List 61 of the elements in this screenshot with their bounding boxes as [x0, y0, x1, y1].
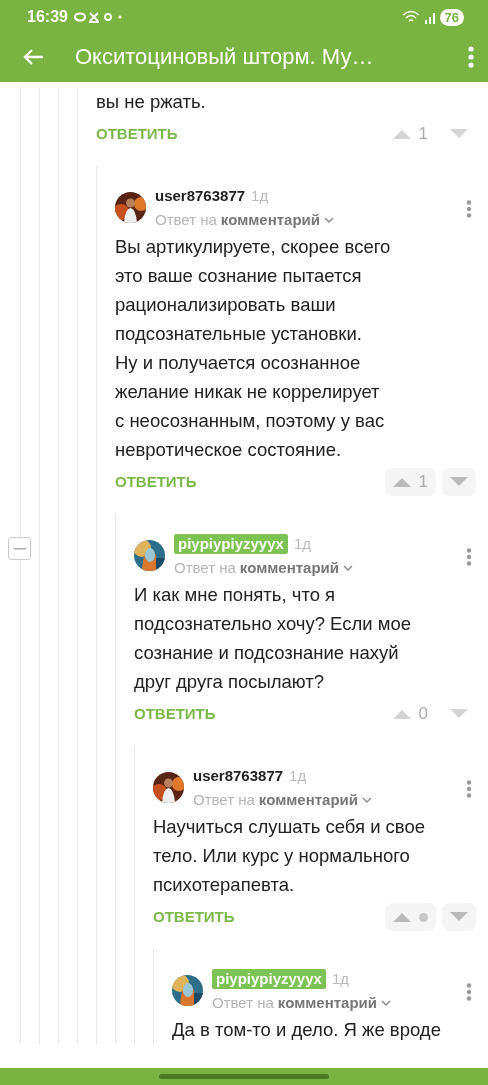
more-options-icon[interactable]	[466, 548, 472, 566]
author-name[interactable]: user8763877	[193, 764, 284, 788]
upvote-button[interactable]	[385, 903, 436, 931]
comment-time: 1д	[289, 766, 307, 786]
reply-button[interactable]: ОТВЕТИТЬ	[134, 702, 216, 726]
upvote-icon	[393, 912, 411, 922]
upvote-icon	[392, 129, 411, 139]
chevron-down-icon[interactable]	[362, 797, 373, 803]
upvote-icon	[392, 709, 411, 719]
rating-count: 0	[418, 703, 428, 726]
collapse-button[interactable]	[8, 537, 31, 560]
comment-time: 1д	[293, 534, 311, 554]
downvote-button[interactable]	[442, 468, 476, 496]
comment-time: 1д	[331, 969, 349, 989]
reply-to-link[interactable]: комментарий	[277, 991, 378, 1015]
window-title: Окситоциновый шторм. Му…	[75, 42, 375, 71]
upvote-button[interactable]: 1	[384, 120, 436, 148]
upvote-button[interactable]: 0	[384, 700, 436, 728]
comment-text: вы не ржать.	[96, 90, 207, 114]
reply-to-link[interactable]: комментарий	[220, 208, 321, 232]
comment-time: 1д	[251, 186, 269, 206]
gesture-handle[interactable]	[159, 1074, 329, 1079]
downvote-icon	[450, 129, 468, 139]
reply-button[interactable]: ОТВЕТИТЬ	[115, 470, 197, 494]
reply-to-label: Ответ на	[155, 210, 217, 230]
notification-icons	[73, 11, 124, 23]
wifi-icon	[401, 10, 420, 24]
comment-text: Вы артикулируете, скорее всего это ваше сознание пытается рационализировать ваши подсознательные установки. Ну и получается осознанное желание никак не коррелирует с неосознанным, поэтому у вас невротическое состояние.	[115, 235, 392, 462]
upvote-button[interactable]: 1	[384, 468, 436, 496]
rating-count: 1	[418, 123, 428, 146]
battery-level: 76	[439, 8, 464, 26]
comment-text: И как мне понять, что я подсознательно хочу? Если мое сознание и подсознание нахуй друг друга посылают?	[134, 583, 413, 694]
status-time: 16:39	[27, 7, 68, 27]
author-name[interactable]: piypiypiyzyyyx	[212, 969, 326, 989]
downvote-icon	[450, 912, 468, 922]
more-menu-button[interactable]	[468, 44, 474, 68]
downvote-icon	[450, 477, 468, 487]
chevron-down-icon[interactable]	[324, 217, 335, 223]
reply-button[interactable]: ОТВЕТИТЬ	[153, 905, 235, 929]
hidden-rating-icon	[419, 912, 428, 922]
more-options-icon[interactable]	[466, 780, 472, 798]
minus-icon	[13, 547, 26, 550]
more-options-icon[interactable]	[466, 200, 472, 218]
upvote-icon	[392, 477, 411, 487]
chevron-down-icon[interactable]	[343, 565, 354, 571]
more-options-icon[interactable]	[466, 983, 472, 1001]
reply-to-link[interactable]: комментарий	[239, 556, 340, 580]
downvote-button[interactable]	[442, 903, 476, 931]
chevron-down-icon[interactable]	[381, 1000, 392, 1006]
comment-text: Да в том-то и дело. Я же вроде	[172, 1018, 442, 1042]
comment-text: Научиться слушать себя и свое тело. Или курс у нормального психотерапевта.	[153, 815, 427, 897]
reply-to-label: Ответ на	[212, 993, 274, 1013]
reply-to-label: Ответ на	[193, 790, 255, 810]
author-name[interactable]: piypiypiyzyyyx	[174, 534, 288, 554]
signal-icon	[423, 10, 436, 24]
reply-to-link[interactable]: комментарий	[258, 788, 359, 812]
reply-to-label: Ответ на	[174, 558, 236, 578]
rating-count: 1	[418, 471, 428, 494]
reply-button[interactable]: ОТВЕТИТЬ	[96, 122, 178, 146]
author-name[interactable]: user8763877	[155, 184, 246, 208]
downvote-icon	[450, 709, 468, 719]
